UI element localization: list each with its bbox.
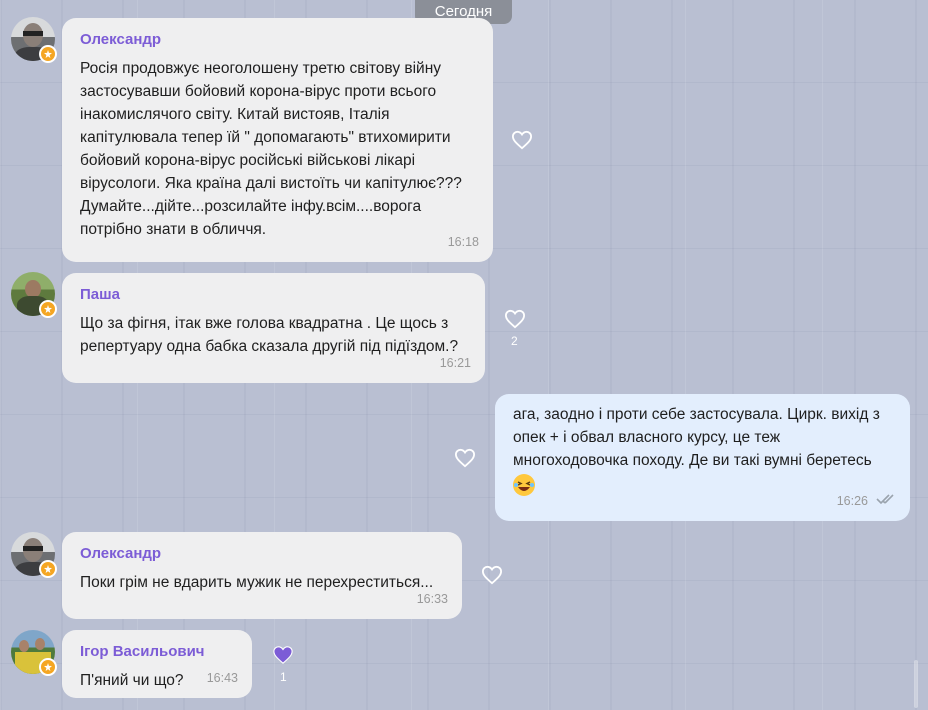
heart-outline-icon bbox=[454, 448, 476, 468]
star-badge-icon bbox=[39, 658, 57, 676]
message-text: Росія продовжує неоголошену третю світов… bbox=[80, 60, 462, 238]
like-button[interactable] bbox=[481, 565, 503, 587]
message-time: 16:33 bbox=[416, 592, 448, 606]
message-bubble[interactable]: Олександр Поки грім не вдарить мужик не … bbox=[62, 532, 462, 619]
like-count: 1 bbox=[280, 670, 287, 684]
message-bubble-outgoing[interactable]: ага, заодно і проти себе застосувала. Ци… bbox=[495, 394, 910, 521]
message-time: 16:21 bbox=[439, 356, 471, 370]
like-button[interactable] bbox=[504, 309, 526, 331]
message-time: 16:26 bbox=[836, 494, 868, 508]
like-button[interactable] bbox=[511, 130, 533, 152]
message-bubble[interactable]: Олександр Росія продовжує неоголошену тр… bbox=[62, 18, 493, 262]
avatar-igor[interactable] bbox=[11, 630, 57, 676]
like-button[interactable] bbox=[454, 448, 476, 470]
heart-outline-icon bbox=[481, 565, 503, 585]
avatar-pasha[interactable] bbox=[11, 272, 57, 318]
avatar-oleksandr[interactable] bbox=[11, 532, 57, 578]
message-time: 16:18 bbox=[447, 235, 479, 249]
message-text: Що за фігня, ітак вже голова квадратна .… bbox=[80, 315, 459, 355]
like-count: 2 bbox=[511, 334, 518, 348]
sender-name[interactable]: Олександр bbox=[80, 28, 475, 51]
liked-button[interactable] bbox=[272, 645, 294, 667]
sender-name[interactable]: Олександр bbox=[80, 542, 444, 565]
avatar-oleksandr[interactable] bbox=[11, 17, 57, 63]
message-text: Поки грім не вдарить мужик не перехрести… bbox=[80, 574, 434, 591]
message-bubble[interactable]: Паша Що за фігня, ітак вже голова квадра… bbox=[62, 273, 485, 383]
heart-filled-icon bbox=[273, 646, 293, 664]
message-time: 16:43 bbox=[206, 671, 238, 685]
scrollbar[interactable] bbox=[914, 660, 918, 708]
star-badge-icon bbox=[39, 45, 57, 63]
star-badge-icon bbox=[39, 300, 57, 318]
message-text: ага, заодно і проти себе застосувала. Ци… bbox=[513, 406, 880, 469]
heart-outline-icon bbox=[511, 130, 533, 150]
double-check-icon bbox=[876, 489, 898, 512]
star-badge-icon bbox=[39, 560, 57, 578]
sender-name[interactable]: Паша bbox=[80, 283, 467, 306]
message-bubble[interactable]: Ігор Васильович П'яний чи що? 16:43 bbox=[62, 630, 252, 698]
laughing-emoji-icon bbox=[513, 474, 535, 496]
heart-outline-icon bbox=[504, 309, 526, 329]
sender-name[interactable]: Ігор Васильович bbox=[80, 640, 234, 663]
